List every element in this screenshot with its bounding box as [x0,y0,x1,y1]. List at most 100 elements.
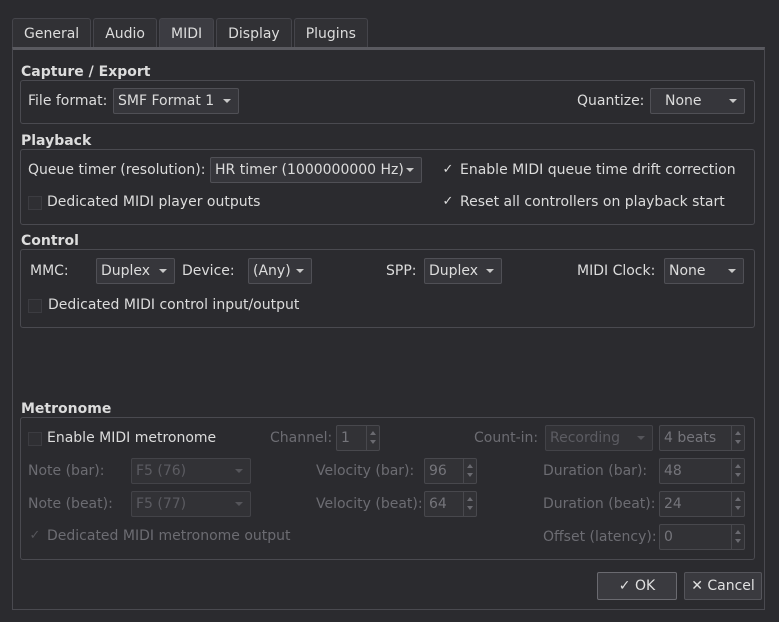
arrow-up-icon [467,464,473,468]
capture-export-title: Capture / Export [21,64,151,80]
arrow-up-icon [370,431,376,435]
note-bar-combo[interactable]: F5 (76) [131,458,251,484]
reset-controllers-checkbox[interactable]: ✓ [441,195,455,210]
mmc-value: Duplex [101,263,151,279]
tab-midi[interactable]: MIDI [158,18,215,48]
chevron-down-icon [223,99,231,103]
enable-metronome-label: Enable MIDI metronome [47,430,217,446]
count-in-spinbox[interactable]: 4 beats [659,425,745,451]
spp-label: SPP: [386,263,417,279]
quantize-value: None [665,93,702,109]
arrow-down-icon [370,440,376,444]
device-value: (Any) [253,263,291,279]
velocity-beat-value: 64 [429,496,447,512]
file-format-value: SMF Format 1 [118,93,215,109]
playback-title: Playback [21,133,92,149]
player-outputs-checkbox[interactable] [28,196,42,210]
player-outputs-label: Dedicated MIDI player outputs [47,194,261,210]
velocity-beat-spinbox[interactable]: 64 [424,491,477,517]
control-title: Control [21,233,79,249]
chevron-down-icon [728,269,736,273]
mmc-label: MMC: [30,263,69,279]
chevron-down-icon [486,269,494,273]
file-format-combo[interactable]: SMF Format 1 [113,88,239,114]
drift-correction-checkbox[interactable]: ✓ [441,163,455,178]
device-label: Device: [182,263,235,279]
spin-buttons [463,492,476,516]
dedicated-metronome-label: Dedicated MIDI metronome output [47,528,291,544]
channel-value: 1 [341,430,350,446]
reset-controllers-label: Reset all controllers on playback start [460,194,725,210]
arrow-down-icon [467,473,473,477]
dedicated-control-checkbox[interactable] [28,299,42,313]
queue-timer-combo[interactable]: HR timer (1000000000 Hz) [210,157,422,183]
velocity-beat-label: Velocity (beat): [316,496,423,512]
note-bar-value: F5 (76) [136,463,187,479]
file-format-label: File format: [28,93,108,109]
ok-label: OK [634,578,656,594]
tab-general[interactable]: General [12,18,92,48]
chevron-down-icon [729,99,737,103]
arrow-down-icon [735,539,741,543]
tab-plugins[interactable]: Plugins [293,18,368,48]
ok-button[interactable]: ✓ OK [597,572,677,600]
duration-bar-label: Duration (bar): [543,463,648,479]
spin-buttons [731,426,744,450]
quantize-combo[interactable]: None [650,88,745,114]
chevron-down-icon [406,168,414,172]
tab-display[interactable]: Display [216,18,292,48]
checkmark-icon: ✓ [618,578,631,594]
note-beat-value: F5 (77) [136,496,187,512]
offset-label: Offset (latency): [543,529,657,545]
chevron-down-icon [637,436,645,440]
cancel-label: Cancel [707,578,755,594]
drift-correction-label: Enable MIDI queue time drift correction [460,162,736,178]
duration-bar-value: 48 [664,463,682,479]
spin-buttons [731,459,744,483]
arrow-down-icon [735,473,741,477]
velocity-bar-value: 96 [429,463,447,479]
spin-buttons [463,459,476,483]
mmc-combo[interactable]: Duplex [96,258,175,284]
dedicated-metronome-checkbox[interactable]: ✓ [28,529,42,544]
count-in-value: 4 beats [664,430,717,446]
count-in-mode-value: Recording [550,430,621,446]
midi-clock-value: None [669,263,706,279]
spp-value: Duplex [429,263,479,279]
note-beat-combo[interactable]: F5 (77) [131,491,251,517]
duration-bar-spinbox[interactable]: 48 [659,458,745,484]
tab-bar: General Audio MIDI Display Plugins [12,18,370,48]
device-combo[interactable]: (Any) [248,258,312,284]
spin-buttons [366,426,379,450]
channel-spinbox[interactable]: 1 [336,425,380,451]
duration-beat-label: Duration (beat): [543,496,656,512]
chevron-down-icon [296,269,304,273]
chevron-down-icon [235,502,243,506]
close-icon: ✕ [691,578,703,594]
velocity-bar-spinbox[interactable]: 96 [424,458,477,484]
arrow-up-icon [735,497,741,501]
midi-clock-label: MIDI Clock: [577,263,656,279]
arrow-down-icon [735,506,741,510]
offset-spinbox[interactable]: 0 [659,524,745,550]
spin-buttons [731,525,744,549]
cancel-button[interactable]: ✕ Cancel [684,572,762,600]
offset-value: 0 [664,529,673,545]
chevron-down-icon [235,469,243,473]
spp-combo[interactable]: Duplex [424,258,502,284]
dedicated-control-label: Dedicated MIDI control input/output [48,297,300,313]
arrow-up-icon [735,431,741,435]
arrow-up-icon [735,530,741,534]
tab-audio[interactable]: Audio [93,18,157,48]
midi-clock-combo[interactable]: None [664,258,744,284]
chevron-down-icon [159,269,167,273]
arrow-up-icon [467,497,473,501]
queue-timer-value: HR timer (1000000000 Hz) [215,162,404,178]
note-beat-label: Note (beat): [28,496,113,512]
metronome-title: Metronome [21,401,112,417]
duration-beat-spinbox[interactable]: 24 [659,491,745,517]
spin-buttons [731,492,744,516]
enable-metronome-checkbox[interactable] [28,432,42,446]
note-bar-label: Note (bar): [28,463,105,479]
count-in-mode-combo[interactable]: Recording [545,425,653,451]
